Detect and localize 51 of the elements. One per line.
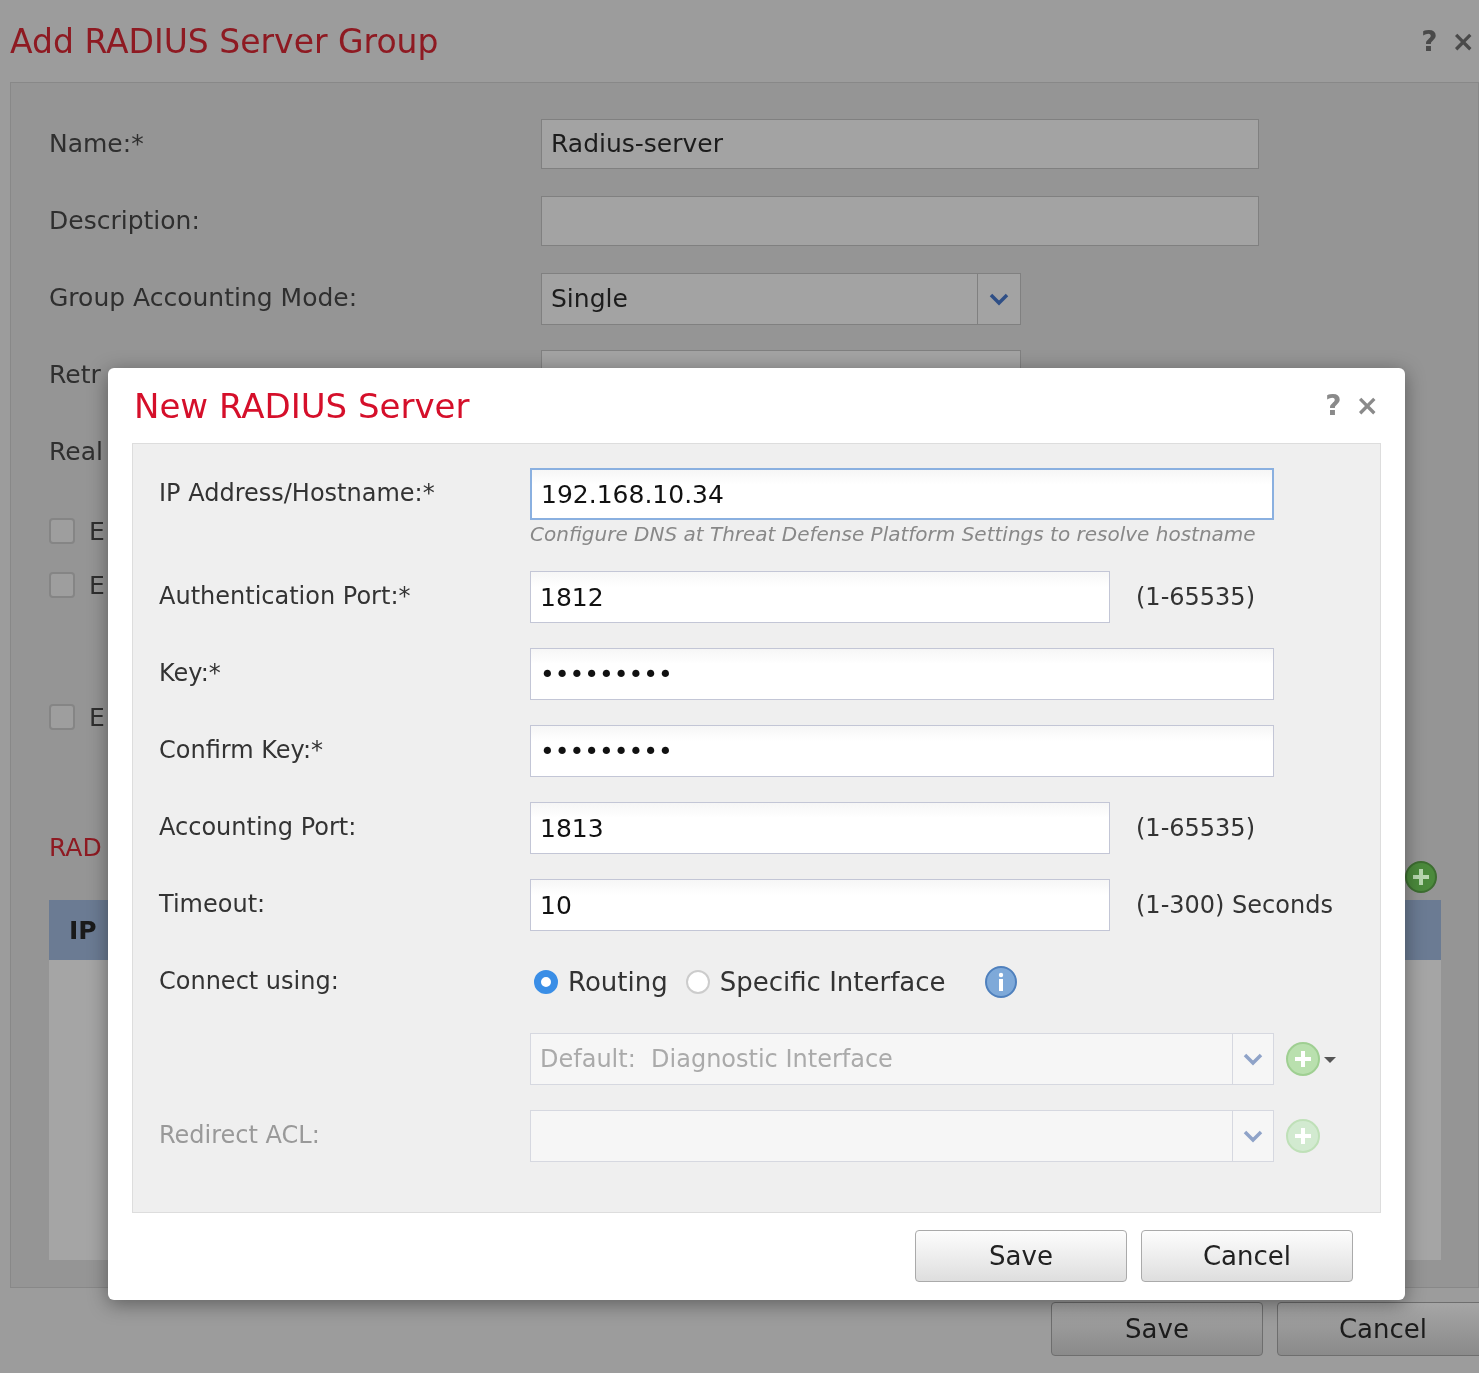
field-label: Accounting Port: [159,813,357,841]
field-label: Redirect ACL: [159,1121,320,1149]
input-field[interactable]: ••••••••• [530,648,1274,700]
checkbox[interactable] [49,704,75,730]
field-label: Authentication Port:* [159,582,411,610]
input-field[interactable]: ••••••••• [530,725,1274,777]
input-field[interactable]: 1812 [530,571,1110,623]
checkbox[interactable] [49,518,75,544]
range-hint: (1-300) Seconds [1136,891,1333,919]
checkbox-label: E [89,702,105,732]
field-label: Description: [49,205,201,237]
dialog-button[interactable]: Save [1051,1302,1263,1356]
radio-button[interactable] [534,970,558,994]
input-field[interactable] [541,196,1259,246]
field-label: Name:* [49,128,145,160]
checkbox[interactable] [49,572,75,598]
range-hint: (1-65535) [1136,583,1255,611]
input-field[interactable]: 10 [530,879,1110,931]
chevron-icon [988,292,1010,306]
radio-label: Routing [568,967,668,997]
input-field[interactable]: Radius-server [541,119,1259,169]
add-icon[interactable] [1404,860,1438,894]
field-label: Group Accounting Mode: [49,282,359,314]
field-hint: Configure DNS at Threat Defense Platform Settings to resolve hostname [530,522,1257,546]
chevron-icon [1242,1052,1264,1066]
radio-button[interactable] [685,970,710,994]
field-label: Connect using: [159,967,339,995]
help-button[interactable]: ? [1325,389,1342,422]
dropdown-field[interactable]: Single [541,273,1021,325]
field-label: Retr [49,359,102,391]
range-hint: (1-65535) [1136,814,1255,842]
input-field[interactable]: 1813 [530,802,1110,854]
info-icon[interactable] [983,965,1018,999]
field-label: Key:* [159,659,221,687]
dialog-title: Add RADIUS Server Group [10,21,439,61]
dialog-title: New RADIUS Server [133,385,470,426]
section-title: RAD [49,832,102,862]
field-label: Confirm Key:* [159,736,324,764]
field-label: Timeout: [159,890,266,918]
column-header: IP [69,915,97,945]
checkbox-label: E [89,570,105,600]
radio-label: Specific Interface [719,967,946,997]
checkbox-label: E [89,516,105,546]
chevron-icon [1242,1129,1264,1143]
input-field[interactable]: 192.168.10.34 [530,468,1274,520]
dialog-button[interactable]: Cancel [1277,1302,1479,1356]
dialog-button[interactable]: Save [915,1230,1127,1282]
field-label: Real [49,436,104,468]
dialog-button[interactable]: Cancel [1141,1230,1353,1282]
field-label: IP Address/Hostname:* [159,479,435,507]
close-button[interactable]: × [1355,389,1379,422]
